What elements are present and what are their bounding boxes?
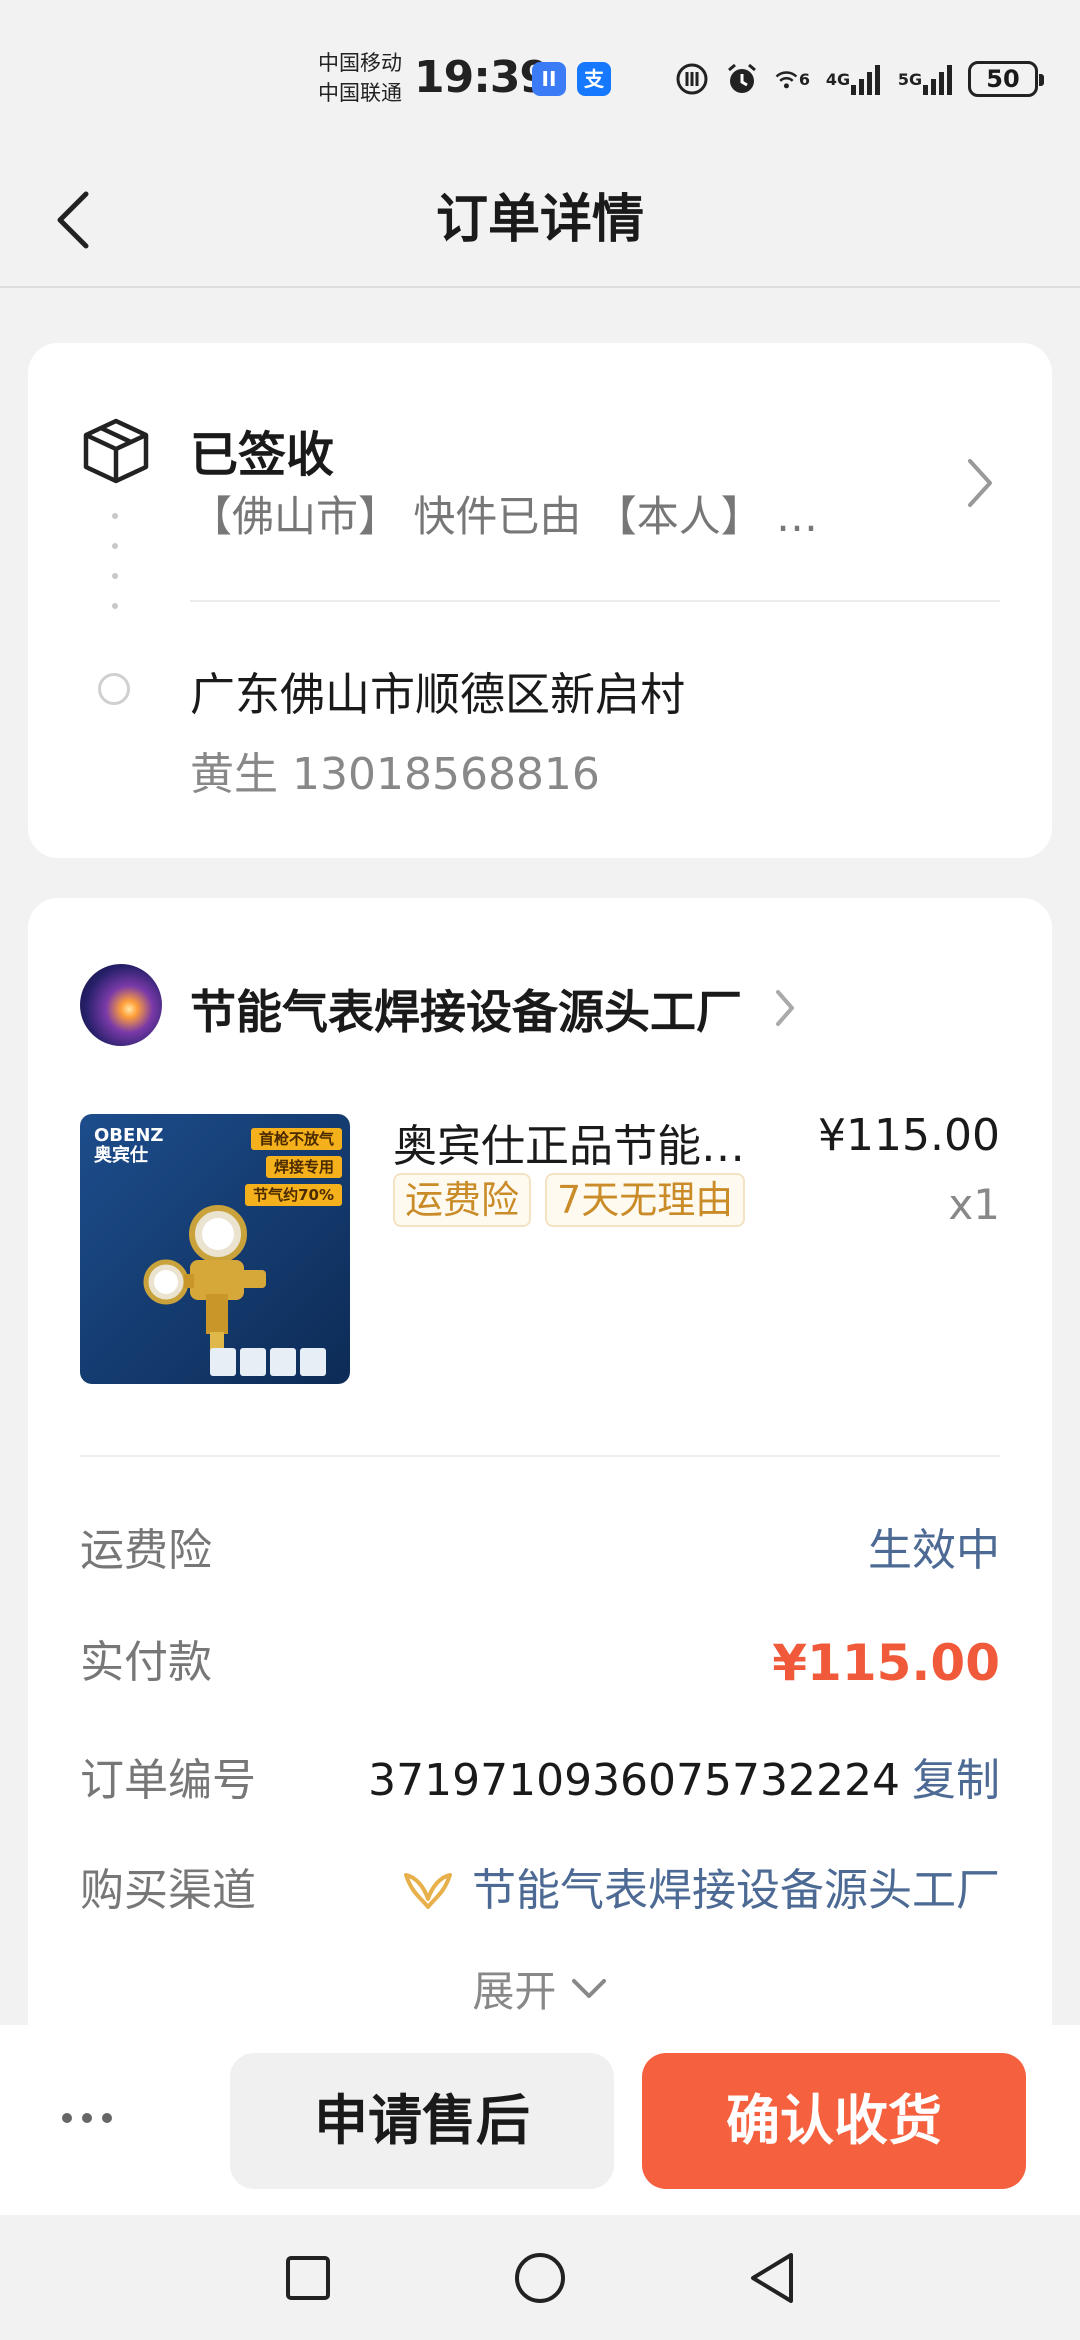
signal-5g-icon: 5G: [896, 61, 954, 97]
clock: 19:39: [414, 52, 550, 103]
signal-4g-icon: 4G: [824, 61, 882, 97]
product-image-tag: 焊接专用: [265, 1156, 342, 1178]
channel-logo-icon: [404, 1873, 452, 1909]
system-back-button[interactable]: [737, 2243, 807, 2313]
wifi-label: 6: [798, 69, 810, 89]
battery-icon: 50: [968, 61, 1044, 97]
paid-amount-label: 实付款: [80, 1637, 212, 1688]
logistics-card[interactable]: 已签收 【佛山市】 快件已由 【本人】 … 广东佛山市顺德区新启村 黄生 130…: [28, 343, 1052, 858]
bottom-action-bar: 申请售后 确认收货: [0, 2025, 1080, 2215]
home-button[interactable]: [505, 2243, 575, 2313]
chevron-down-icon: [571, 1978, 606, 1998]
carrier-2: 中国联通: [318, 81, 402, 105]
status-bar: 中国移动 中国联通 19:39 II 支 6 4G 5G 50: [0, 0, 1080, 150]
tag-shipping-insurance: 运费险: [393, 1173, 532, 1227]
shipping-insurance-label: 运费险: [80, 1525, 212, 1576]
divider: [190, 600, 1000, 602]
divider: [80, 1455, 1000, 1457]
recipient-contact: 黄生 13018568816: [190, 749, 600, 800]
shipping-insurance-row[interactable]: 运费险 生效中: [80, 1516, 1000, 1586]
wifi-icon: 6: [774, 61, 810, 97]
delivery-status: 已签收: [190, 427, 335, 483]
alipay-icon: 支: [577, 62, 611, 96]
purchase-channel-label: 购买渠道: [80, 1865, 256, 1916]
order-number-value-group: 3719710936075732224 复制: [368, 1746, 1000, 1816]
shop-avatar[interactable]: [80, 964, 162, 1046]
system-navigation-bar: [0, 2215, 1080, 2340]
product-image-tag: 首枪不放气: [250, 1128, 342, 1150]
sim1-label: 4G: [825, 69, 851, 89]
recent-apps-button[interactable]: [273, 2243, 343, 2313]
square-icon: [286, 2256, 330, 2300]
triangle-back-icon: [751, 2253, 793, 2303]
timeline-dots: [112, 513, 120, 633]
delivery-address: 广东佛山市顺德区新启村: [190, 668, 686, 721]
shipping-insurance-value: 生效中: [868, 1525, 1000, 1576]
product-image-brand: OBENZ 奥宾仕: [94, 1125, 164, 1166]
status-icons: 6 4G 5G 50: [674, 56, 1044, 102]
product-price: ¥115.00: [818, 1110, 1000, 1161]
order-card: 节能气表焊接设备源头工厂 OBENZ 奥宾仕 首枪不放气 焊接专用 节气约70%…: [28, 898, 1052, 2038]
order-number-label: 订单编号: [80, 1755, 256, 1806]
expand-label: 展开: [472, 1967, 557, 2016]
circle-icon: [515, 2253, 565, 2303]
chevron-right-icon: [968, 459, 992, 507]
tag-7-day-return: 7天无理由: [545, 1173, 746, 1227]
more-options-icon[interactable]: [62, 2113, 112, 2123]
address-marker-icon: [98, 673, 130, 705]
carrier-labels: 中国移动 中国联通: [318, 48, 402, 108]
product-image-badges: [210, 1348, 326, 1376]
purchase-channel-row[interactable]: 购买渠道 节能气表焊接设备源头工厂: [80, 1856, 1000, 1926]
carrier-1: 中国移动: [318, 51, 402, 75]
order-number-value: 3719710936075732224: [368, 1755, 900, 1806]
copy-button[interactable]: 复制: [912, 1755, 1000, 1806]
navigation-bar: 订单详情: [0, 150, 1080, 288]
purchase-channel-value-group: 节能气表焊接设备源头工厂: [402, 1856, 1000, 1926]
purchase-channel-value: 节能气表焊接设备源头工厂: [472, 1865, 1000, 1916]
nfc-icon: [674, 61, 710, 97]
chevron-right-icon: [776, 990, 794, 1026]
sim2-label: 5G: [897, 69, 923, 89]
order-number-row: 订单编号 3719710936075732224 复制: [80, 1746, 1000, 1816]
product-quantity: x1: [948, 1180, 1000, 1229]
package-icon: [83, 418, 149, 484]
notification-app-icon: II: [532, 62, 566, 96]
page-title: 订单详情: [435, 190, 644, 250]
delivery-detail: 【佛山市】 快件已由 【本人】 …: [190, 492, 819, 541]
paid-amount-row: 实付款 ¥115.00: [80, 1628, 1000, 1698]
shop-name[interactable]: 节能气表焊接设备源头工厂: [190, 976, 742, 1042]
alarm-icon: [724, 61, 760, 97]
paid-amount-value: ¥115.00: [772, 1634, 1000, 1692]
product-image[interactable]: OBENZ 奥宾仕 首枪不放气 焊接专用 节气约70%: [80, 1114, 350, 1384]
product-title[interactable]: 奥宾仕正品节能…: [393, 1110, 793, 1174]
expand-button[interactable]: 展开: [28, 1958, 1052, 2019]
confirm-receipt-button[interactable]: 确认收货: [642, 2053, 1026, 2189]
apply-after-sales-button[interactable]: 申请售后: [230, 2053, 614, 2189]
product-tags: 运费险 7天无理由: [393, 1173, 746, 1227]
regulator-illustration: [143, 1205, 266, 1350]
